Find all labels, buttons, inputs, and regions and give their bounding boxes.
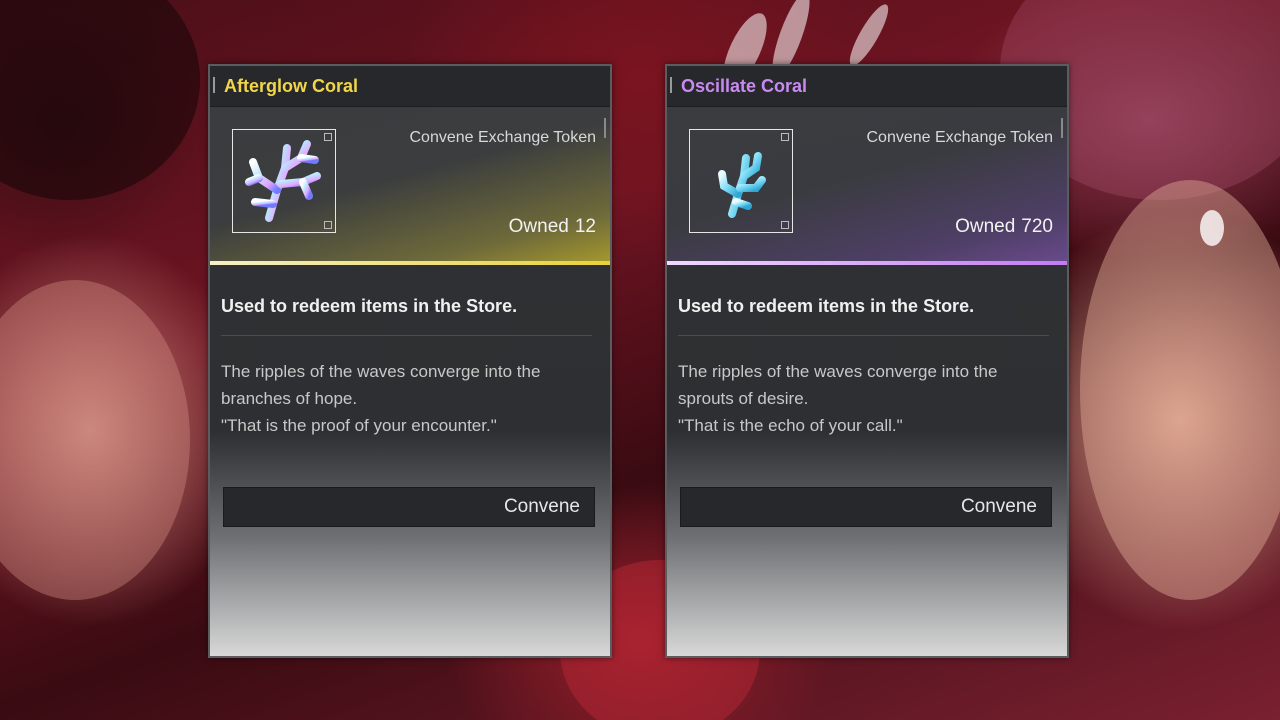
section-divider [221,335,592,336]
owned-label: Owned [955,216,1016,237]
item-hero-panel: Convene Exchange Token Owned 720 [667,107,1067,265]
item-hero-panel: Convene Exchange Token Owned 12 [210,107,610,265]
owned-label: Owned [508,216,569,237]
convene-button[interactable]: Convene [680,487,1052,527]
oscillate-coral-icon [718,152,766,218]
card-title: Afterglow Coral [224,76,359,96]
owned-count-value: 720 [1021,216,1053,237]
background-artwork [0,0,1280,720]
lore-line: sprouts of desire. [678,389,809,408]
card-header: Oscillate Coral [667,66,1067,107]
lore-line: The ripples of the waves converge into t… [678,362,998,381]
item-card-oscillate-coral: Oscillate Coral Convene Exchange Token O… [665,64,1069,658]
owned-count-display: Owned 12 [509,216,596,238]
header-tick-mark [213,77,215,93]
card-header: Afterglow Coral [210,66,610,107]
lore-line: "That is the proof of your encounter." [221,416,497,435]
item-lore-text: The ripples of the waves converge into t… [221,358,601,439]
item-summary: Used to redeem items in the Store. [221,296,518,316]
afterglow-coral-icon [245,140,321,222]
scroll-indicator [604,118,606,138]
owned-count-display: Owned 720 [955,216,1053,238]
item-icon-frame [689,129,793,233]
item-summary: Used to redeem items in the Store. [678,296,975,316]
convene-button[interactable]: Convene [223,487,595,527]
rarity-accent-bar [210,261,610,265]
rarity-accent-bar [667,261,1067,265]
header-tick-mark [670,77,672,93]
owned-count-value: 12 [574,216,596,237]
token-type-label: Convene Exchange Token [866,129,1053,146]
lore-line: "That is the echo of your call." [678,416,903,435]
item-icon-frame [232,129,336,233]
section-divider [678,335,1049,336]
token-type-label: Convene Exchange Token [409,129,596,146]
item-lore-text: The ripples of the waves converge into t… [678,358,1058,439]
card-title: Oscillate Coral [681,76,808,96]
scroll-indicator [1061,118,1063,138]
lore-line: The ripples of the waves converge into t… [221,362,541,381]
item-card-afterglow-coral: Afterglow Coral Convene Exchange Token O… [208,64,612,658]
lore-line: branches of hope. [221,389,358,408]
